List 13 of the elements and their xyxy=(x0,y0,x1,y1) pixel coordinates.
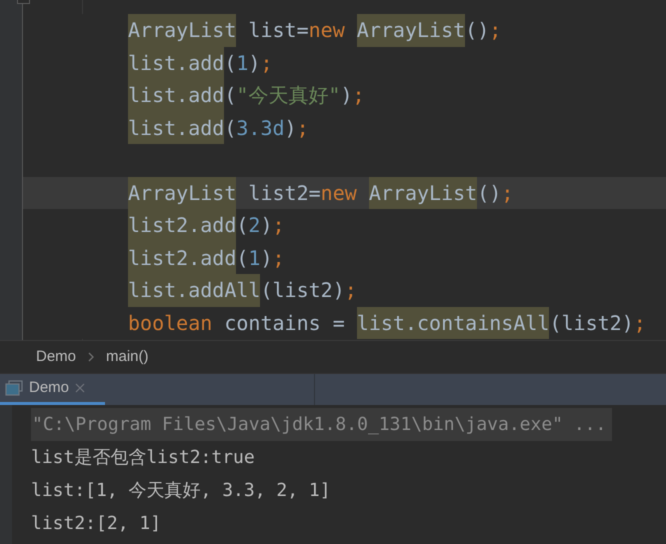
code-line: list.add("今天真好"); xyxy=(128,79,365,112)
close-icon[interactable] xyxy=(75,383,86,393)
chevron-icon xyxy=(88,352,94,362)
console-output-line: list2:[2, 1] xyxy=(31,512,162,536)
console-window-icon xyxy=(5,380,23,396)
breadcrumb-item[interactable]: Demo xyxy=(36,346,76,368)
tab-label[interactable]: Demo xyxy=(29,376,70,400)
breadcrumb-item[interactable]: main() xyxy=(106,346,149,368)
code-line: ArrayList list=new ArrayList(); xyxy=(128,14,502,46)
code-line: ArrayList list2=new ArrayList(); xyxy=(128,176,514,209)
console-output-line: list:[1, 今天真好, 3.3, 2, 1] xyxy=(31,479,331,503)
code-line: boolean contains = list.containsAll(list2); xyxy=(128,306,646,339)
console-output-line: list是否包含list2:true xyxy=(31,446,255,470)
